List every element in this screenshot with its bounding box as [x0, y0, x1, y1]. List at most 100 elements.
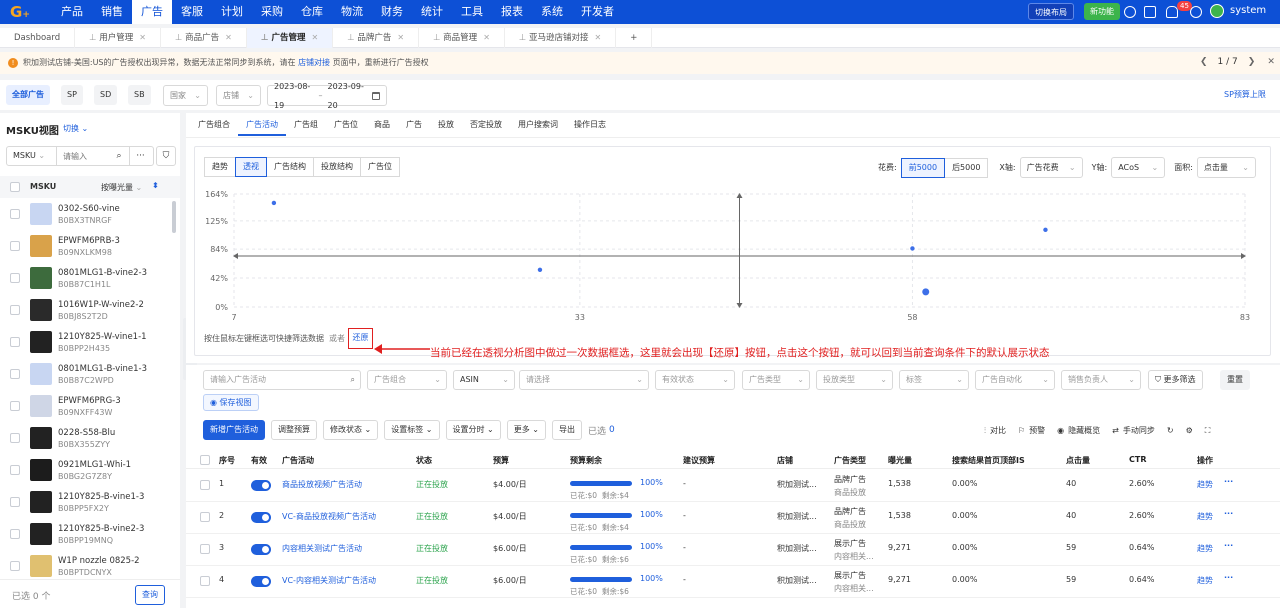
store-select[interactable]: 店铺 ⌄ [216, 85, 261, 106]
user-name[interactable]: system [1230, 5, 1266, 16]
msku-checkbox[interactable] [10, 369, 20, 379]
row-checkbox[interactable] [200, 544, 210, 554]
sort-select[interactable]: 按曝光量 ⌄ [101, 182, 142, 193]
campaign-name-link[interactable]: 商品投放视频广告活动 [282, 479, 362, 490]
column-header[interactable]: 广告类型 [834, 455, 866, 466]
view-tab-1[interactable]: 透视 [235, 157, 267, 177]
msku-checkbox[interactable] [10, 433, 20, 443]
main-tab-5[interactable]: 广告 [398, 114, 430, 136]
msku-list-item[interactable]: 0228-S58-Blu B0BX355ZYY [0, 423, 176, 455]
date-range-picker[interactable]: 2023-08-19 – 2023-09-20 [267, 82, 387, 110]
pin-icon[interactable]: ⊥ [89, 33, 99, 43]
chip-sd[interactable]: SD [94, 85, 118, 105]
country-select[interactable]: 国家 ⌄ [163, 85, 208, 106]
column-header[interactable]: 曝光量 [888, 455, 912, 466]
modify-status-button[interactable]: 修改状态 ⌄ [323, 420, 379, 440]
nav-item-6[interactable]: 仓库 [292, 0, 332, 24]
manual-sync-button[interactable]: 手动同步 [1123, 425, 1155, 436]
msku-checkbox[interactable] [10, 241, 20, 251]
enabled-toggle[interactable] [251, 480, 271, 491]
select-all-rows-checkbox[interactable] [200, 455, 210, 465]
export-button[interactable]: 导出 [552, 420, 582, 440]
page-tab-0[interactable]: Dashboard [0, 27, 76, 48]
main-tab-6[interactable]: 投放 [430, 114, 462, 136]
campaign-budget[interactable]: $4.00/日 [493, 511, 527, 522]
page-tab-2[interactable]: ⊥ 商品广告 ✕ [161, 27, 247, 48]
refresh-icon[interactable]: ↻ [1167, 426, 1174, 435]
table-row[interactable]: 1 商品投放视频广告活动 正在投放 $4.00/日 100% 已花:$0 剩余:$4 - 积加… [186, 470, 1280, 502]
chip-sb[interactable]: SB [128, 85, 151, 105]
more-icon[interactable]: ··· [129, 147, 151, 165]
view-tab-4[interactable]: 广告位 [360, 157, 400, 177]
enabled-toggle[interactable] [251, 544, 271, 555]
page-tab-5[interactable]: ⊥ 商品管理 ✕ [419, 27, 505, 48]
campaign-name-link[interactable]: VC-商品投放视频广告活动 [282, 511, 376, 522]
add-tab-button[interactable]: + [616, 27, 653, 48]
close-tab-icon[interactable]: ✕ [225, 33, 232, 42]
more-actions-icon[interactable]: ··· [1224, 477, 1233, 486]
nav-item-0[interactable]: 产品 [52, 0, 92, 24]
column-header[interactable]: 广告活动 [282, 455, 314, 466]
chip-sp[interactable]: SP [61, 85, 83, 105]
switch-layout-button[interactable]: 切换布局 [1028, 3, 1074, 20]
campaign-budget[interactable]: $4.00/日 [493, 479, 527, 490]
ad-type-select[interactable]: 广告类型 ⌄ [742, 370, 810, 390]
table-row[interactable]: 2 VC-商品投放视频广告活动 正在投放 $4.00/日 100% 已花:$0 剩余:$4… [186, 502, 1280, 534]
msku-list-item[interactable]: EPWFM6PRB-3 B09NXLKM98 [0, 231, 176, 263]
msku-list-item[interactable]: 0921MLG1-Whi-1 B0BG2G7Z8Y [0, 455, 176, 487]
nav-item-12[interactable]: 系统 [532, 0, 572, 24]
enabled-toggle[interactable] [251, 512, 271, 523]
msku-list-item[interactable]: 1210Y825-B-vine2-3 B0BPP19MNQ [0, 519, 176, 551]
msku-checkbox[interactable] [10, 465, 20, 475]
nav-item-9[interactable]: 统计 [412, 0, 452, 24]
nav-item-4[interactable]: 计划 [212, 0, 252, 24]
main-tab-3[interactable]: 广告位 [326, 114, 366, 136]
target-type-select[interactable]: 投放类型 ⌄ [816, 370, 893, 390]
more-actions-icon[interactable]: ··· [1224, 573, 1233, 582]
msku-checkbox[interactable] [10, 497, 20, 507]
pin-icon[interactable]: ⊥ [175, 33, 185, 43]
campaign-budget[interactable]: $6.00/日 [493, 543, 527, 554]
msku-checkbox[interactable] [10, 337, 20, 347]
store-connection-link[interactable]: 店铺对接 [298, 58, 330, 67]
hide-overview-button[interactable]: 隐藏概览 [1068, 425, 1100, 436]
nav-item-2[interactable]: 广告 [132, 0, 172, 24]
adjust-budget-button[interactable]: 调整预算 [271, 420, 317, 440]
column-header[interactable]: 预算剩余 [570, 455, 602, 466]
close-tab-icon[interactable]: ✕ [312, 33, 319, 42]
chip-all-ads[interactable]: 全部广告 [6, 85, 50, 105]
asin-type-select[interactable]: ASIN ⌄ [453, 370, 515, 390]
switch-view-dropdown[interactable]: 切换 ⌄ [63, 123, 88, 134]
status-select[interactable]: 有效状态 ⌄ [655, 370, 735, 390]
pin-icon[interactable]: ⊥ [519, 33, 529, 43]
scatter-chart[interactable]: 0% 42% 84% 125% 164% 7 33 58 83 [186, 180, 1280, 325]
more-actions-button[interactable]: 更多 ⌄ [506, 420, 546, 440]
msku-checkbox[interactable] [10, 273, 20, 283]
msku-checkbox[interactable] [10, 305, 20, 315]
column-header[interactable]: CTR [1129, 455, 1147, 464]
search-type-select[interactable]: MSKU ⌄ [7, 147, 57, 165]
reset-button[interactable]: 重置 [1220, 370, 1250, 390]
main-tab-2[interactable]: 广告组 [286, 114, 326, 136]
campaign-search-input[interactable]: 请输入广告活动 ⌕ [203, 370, 361, 390]
msku-list-item[interactable]: 1210Y825-B-vine1-3 B0BPP5FX2Y [0, 487, 176, 519]
msku-checkbox[interactable] [10, 561, 20, 571]
task-icon[interactable] [1144, 6, 1156, 18]
filter-icon[interactable]: ⛉ [156, 146, 176, 166]
page-tab-1[interactable]: ⊥ 用户管理 ✕ [75, 27, 161, 48]
main-tab-7[interactable]: 否定投放 [462, 114, 510, 136]
sp-budget-limit-link[interactable]: SP预算上限 [1224, 89, 1266, 100]
sidebar-search-input[interactable] [57, 151, 109, 161]
column-header[interactable]: 操作 [1197, 455, 1213, 466]
main-tab-0[interactable]: 广告组合 [190, 114, 238, 136]
alert-button[interactable]: 预警 [1029, 425, 1045, 436]
row-checkbox[interactable] [200, 512, 210, 522]
trend-link[interactable]: 趋势 [1197, 543, 1213, 554]
info-icon[interactable] [1124, 6, 1136, 18]
row-checkbox[interactable] [200, 480, 210, 490]
nav-item-10[interactable]: 工具 [452, 0, 492, 24]
main-tab-4[interactable]: 商品 [366, 114, 398, 136]
trend-link[interactable]: 趋势 [1197, 575, 1213, 586]
close-tab-icon[interactable]: ✕ [483, 33, 490, 42]
restore-button[interactable]: 还原 [348, 328, 373, 349]
